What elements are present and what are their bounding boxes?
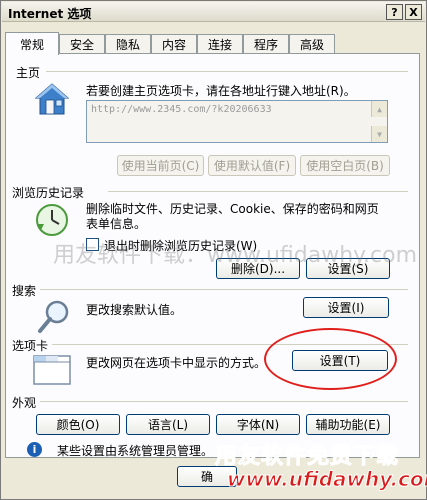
homepage-divider xyxy=(46,71,408,72)
homepage-url-input[interactable]: http://www.2345.com/?k20206633 ▲ ▼ xyxy=(86,100,388,143)
scroll-down-icon[interactable]: ▼ xyxy=(371,126,387,142)
highlight-circle xyxy=(264,328,397,390)
use-blank-button[interactable]: 使用空白页(B) xyxy=(300,155,390,176)
colors-button[interactable]: 颜色(O) xyxy=(36,414,120,435)
tab-programs[interactable]: 程序 xyxy=(243,34,289,54)
tab-security[interactable]: 安全 xyxy=(59,34,105,54)
tab-content[interactable]: 内容 xyxy=(151,34,197,54)
title-bar: Internet 选项 ? X xyxy=(2,2,425,22)
internet-options-dialog: Internet 选项 ? X 常规 安全 隐私 内容 连接 程序 高级 主页 … xyxy=(0,0,427,500)
homepage-url-value: http://www.2345.com/?k20206633 xyxy=(91,104,272,115)
scroll-up-icon[interactable]: ▲ xyxy=(371,101,387,117)
languages-button[interactable]: 语言(L) xyxy=(126,414,210,435)
use-default-button[interactable]: 使用默认值(F) xyxy=(208,155,296,176)
brand-title: 用友软件免费下载 xyxy=(214,444,400,470)
tabs-description: 更改网页在选项卡中显示的方式。 xyxy=(86,356,267,370)
history-description: 删除临时文件、历史记录、Cookie、保存的密码和网页表单信息。 xyxy=(86,202,379,231)
accessibility-button[interactable]: 辅助功能(E) xyxy=(306,414,390,435)
search-description: 更改搜索默认值。 xyxy=(86,303,183,317)
tab-general[interactable]: 常规 xyxy=(5,32,59,55)
help-button[interactable]: ? xyxy=(386,4,403,20)
history-clock-icon xyxy=(34,202,70,238)
history-divider xyxy=(108,191,408,192)
info-icon: i xyxy=(27,442,42,457)
appearance-divider xyxy=(40,401,408,402)
tab-privacy[interactable]: 隐私 xyxy=(105,34,151,54)
homepage-description: 若要创建主页选项卡，请在各地址行键入地址(R)。 xyxy=(86,84,356,98)
appearance-section-title: 外观 xyxy=(12,396,37,410)
close-button[interactable]: X xyxy=(405,4,422,20)
search-section-title: 搜索 xyxy=(12,284,37,298)
search-divider xyxy=(40,289,408,290)
managed-settings-text: 某些设置由系统管理员管理。 xyxy=(57,444,214,458)
magnifier-icon xyxy=(36,299,72,335)
homepage-section-title: 主页 xyxy=(16,66,41,80)
history-section-title: 浏览历史记录 xyxy=(12,186,85,200)
house-icon xyxy=(34,82,70,116)
brand-url: www.ufidawhy.com xyxy=(227,467,427,492)
fonts-button[interactable]: 字体(N) xyxy=(216,414,300,435)
search-settings-button[interactable]: 设置(I) xyxy=(303,297,389,318)
use-current-button[interactable]: 使用当前页(C) xyxy=(117,155,204,176)
watermark-text: 用友软件下载：www.ufidawhy.com xyxy=(53,243,417,268)
tab-connections[interactable]: 连接 xyxy=(197,34,243,54)
ok-button-label: 确 xyxy=(200,470,213,484)
tab-advanced[interactable]: 高级 xyxy=(289,34,335,54)
window-title: Internet 选项 xyxy=(8,7,92,21)
tabbed-window-icon xyxy=(32,352,72,388)
